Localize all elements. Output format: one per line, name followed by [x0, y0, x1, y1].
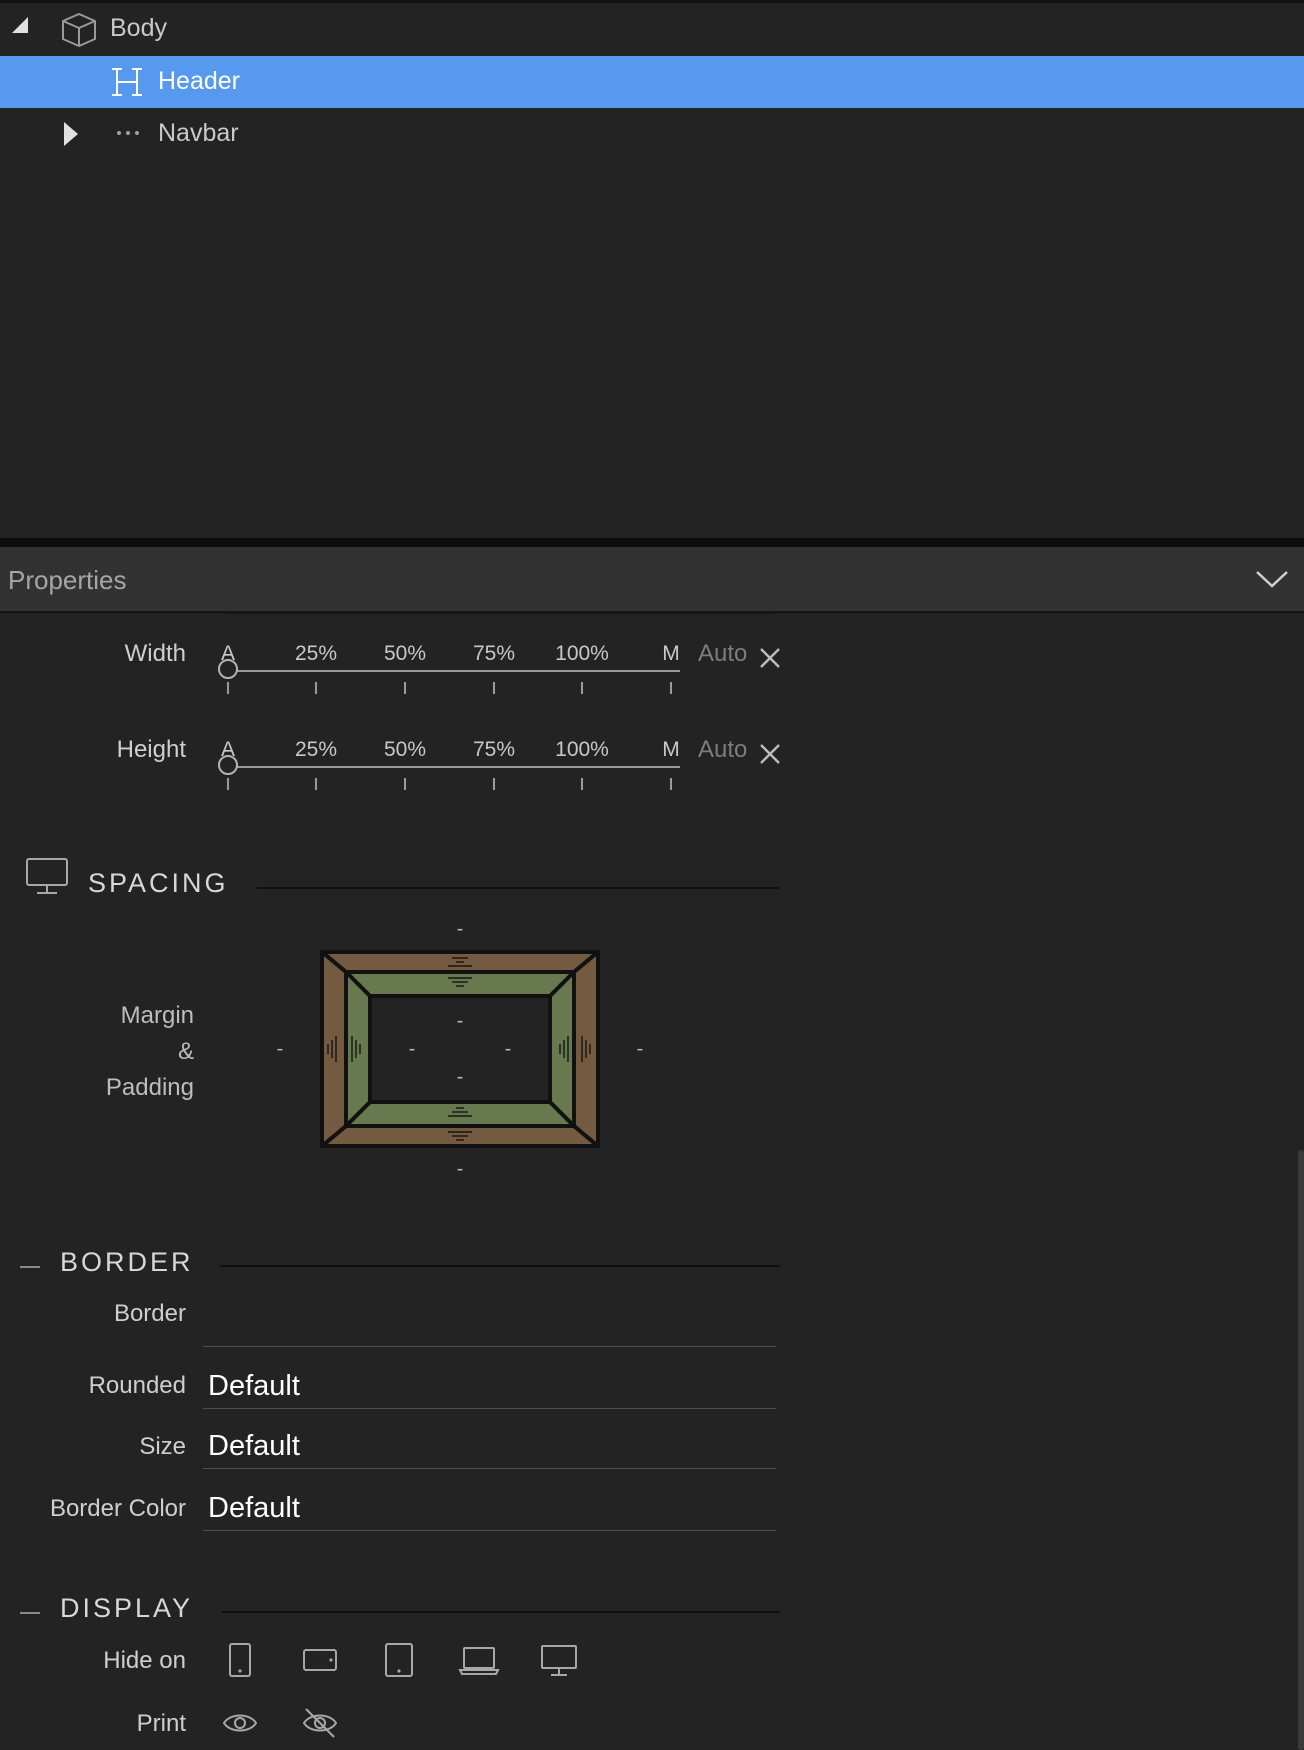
tree-item-label: Body [110, 14, 167, 42]
tick-mark [581, 778, 583, 790]
margin-padding-label: Margin & Padding [68, 998, 194, 1106]
structure-tree: Body Header Navbar [0, 0, 1304, 540]
divider [225, 612, 775, 614]
border-section-title: BORDER [60, 1247, 194, 1277]
section-divider [220, 1265, 780, 1267]
tree-item-navbar[interactable]: Navbar [0, 108, 1304, 160]
padding-left-value[interactable]: - [409, 1038, 416, 1061]
tick-mark [493, 682, 495, 694]
padding-bottom-area[interactable] [344, 1100, 576, 1128]
margin-label: Margin [120, 1002, 194, 1029]
height-slider[interactable]: A 25% 50% 75% 100% M [218, 732, 684, 790]
tick-mark [493, 778, 495, 790]
tick-label: 100% [555, 642, 609, 665]
border-color-select[interactable]: Default [203, 1480, 776, 1531]
width-value: Auto [698, 640, 748, 667]
tick-mark [670, 682, 672, 694]
laptop-icon[interactable] [458, 1646, 500, 1676]
tick-mark [227, 778, 229, 790]
expand-triangle-icon[interactable] [64, 122, 78, 146]
height-label: Height [116, 736, 186, 763]
slider-track[interactable] [228, 670, 680, 672]
tick-label: 25% [294, 738, 338, 761]
padding-top-value[interactable]: - [457, 1010, 464, 1033]
width-clear-icon[interactable] [759, 647, 781, 669]
tree-item-label: Navbar [158, 119, 239, 147]
scrollbar[interactable] [1298, 1150, 1304, 1750]
padding-right-area[interactable] [548, 970, 576, 1128]
collapse-triangle-icon[interactable] [12, 17, 28, 33]
height-clear-icon[interactable] [759, 743, 781, 765]
tablet-icon[interactable] [384, 1642, 414, 1678]
tick-label: 25% [294, 642, 338, 665]
rounded-label: Rounded [88, 1372, 186, 1399]
chevron-down-icon[interactable] [1254, 561, 1290, 597]
properties-header[interactable]: Properties [0, 547, 1304, 613]
padding-top-area[interactable] [344, 970, 576, 998]
tick-mark [227, 682, 229, 694]
tree-item-header[interactable]: Header [0, 56, 1304, 108]
margin-left-value[interactable]: - [277, 1038, 284, 1061]
tick-label: 75% [472, 738, 516, 761]
eye-off-icon[interactable] [300, 1706, 340, 1740]
tick-mark [315, 778, 317, 790]
tick-label: 100% [555, 738, 609, 761]
more-dots-icon [117, 131, 139, 135]
tick-mark [404, 778, 406, 790]
box-model-diagram [320, 950, 600, 1148]
tick-mark [315, 682, 317, 694]
margin-bottom-value[interactable]: - [457, 1158, 464, 1181]
border-field[interactable] [203, 1296, 776, 1347]
desktop-icon[interactable] [26, 858, 68, 896]
tick-mark [404, 682, 406, 694]
properties-title: Properties [8, 565, 127, 595]
tick-mark [670, 778, 672, 790]
cube-icon [62, 13, 96, 47]
tick-label: M [662, 642, 680, 665]
margin-right-value[interactable]: - [637, 1038, 644, 1061]
phone-portrait-icon[interactable] [228, 1642, 252, 1678]
padding-left-area[interactable] [344, 970, 372, 1128]
margin-left-area[interactable] [320, 950, 348, 1148]
size-value: Default [208, 1430, 300, 1462]
panel-separator[interactable] [0, 538, 1304, 547]
rounded-select[interactable]: Default [203, 1358, 776, 1409]
spacing-section-title: SPACING [88, 868, 229, 898]
heading-icon [112, 68, 142, 96]
section-collapse-dash[interactable] [20, 1266, 40, 1268]
size-label: Size [139, 1433, 186, 1460]
eye-icon[interactable] [222, 1708, 258, 1738]
tick-label: 75% [472, 642, 516, 665]
padding-label: Padding [105, 1074, 194, 1101]
desktop-icon[interactable] [540, 1644, 578, 1678]
tick-label: M [662, 738, 680, 761]
slider-track[interactable] [228, 766, 680, 768]
section-divider [257, 887, 779, 889]
hide-on-label: Hide on [103, 1647, 186, 1674]
border-color-label: Border Color [49, 1495, 186, 1522]
ampersand-label: & [177, 1038, 194, 1065]
rounded-value: Default [208, 1370, 300, 1402]
print-label: Print [136, 1710, 186, 1737]
padding-right-value[interactable]: - [505, 1038, 512, 1061]
display-section-title: DISPLAY [60, 1593, 194, 1623]
width-label: Width [124, 640, 186, 667]
padding-bottom-value[interactable]: - [457, 1066, 464, 1089]
size-select[interactable]: Default [203, 1418, 776, 1469]
tick-label: 50% [383, 642, 427, 665]
slider-knob[interactable] [218, 755, 238, 775]
slider-knob[interactable] [218, 659, 238, 679]
tick-label: 50% [383, 738, 427, 761]
tree-item-body[interactable]: Body [0, 3, 1304, 55]
tree-item-label: Header [158, 67, 240, 95]
phone-landscape-icon[interactable] [302, 1648, 338, 1672]
height-value: Auto [698, 736, 748, 763]
margin-top-value[interactable]: - [457, 918, 464, 941]
border-label: Border [113, 1300, 186, 1327]
tick-mark [581, 682, 583, 694]
section-collapse-dash[interactable] [20, 1612, 40, 1614]
section-divider [222, 1611, 780, 1613]
border-color-value: Default [208, 1492, 300, 1524]
width-slider[interactable]: A 25% 50% 75% 100% M [218, 636, 684, 694]
